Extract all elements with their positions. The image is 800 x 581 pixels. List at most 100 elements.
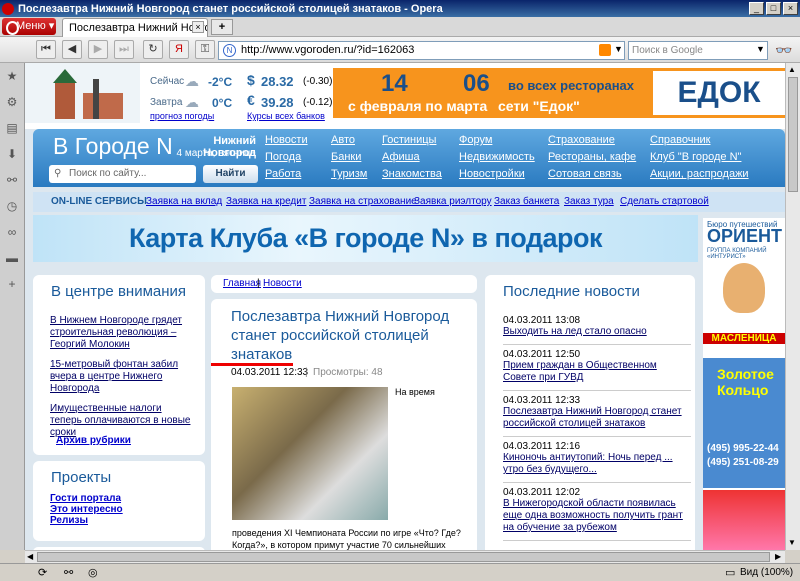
nav-link[interactable]: Гостиницы (382, 134, 436, 146)
weather-tomorrow-temp: 0°C (212, 96, 233, 110)
nav-link[interactable]: Знакомства (382, 168, 442, 180)
orient-side-ad[interactable]: Бюро путешествий ОРИЕНТ ГРУППА КОМПАНИЙ … (703, 218, 785, 550)
downloads-icon[interactable]: ⬇ (5, 147, 19, 161)
site-logo[interactable]: В Городе N (53, 133, 173, 160)
service-link[interactable]: Заявка риэлтору (414, 196, 492, 207)
zoom-level[interactable]: Вид (100%) (740, 567, 793, 578)
rss-icon[interactable] (599, 44, 611, 56)
add-panel-icon[interactable]: + (5, 277, 19, 291)
links-icon[interactable]: ⚯ (5, 173, 19, 187)
focus-item[interactable]: В Нижнем Новгороде грядет строительная р… (50, 315, 195, 351)
project-link[interactable]: Гости портала (50, 493, 121, 504)
nav-link[interactable]: Страхование (548, 134, 615, 146)
transfers-icon[interactable]: ∞ (5, 225, 19, 239)
opera-logo-icon (2, 2, 14, 15)
fast-forward-icon[interactable]: ⏭ (114, 40, 134, 59)
view-icon[interactable]: ▭ (725, 566, 735, 579)
scroll-left-icon[interactable]: ◀ (27, 552, 33, 561)
horizontal-scrollbar[interactable]: ◀ ▶ (25, 550, 785, 563)
nav-link[interactable]: Погода (265, 151, 301, 163)
site-search-button[interactable]: Найти (203, 165, 258, 183)
turbo-icon[interactable]: ◎ (88, 566, 98, 579)
nav-link[interactable]: Новостройки (459, 168, 525, 180)
service-link[interactable]: Заявка на кредит (226, 196, 306, 207)
nav-link[interactable]: Клуб "В городе N" (650, 151, 741, 163)
bookmarks-icon[interactable]: ★ (5, 69, 19, 83)
address-bar[interactable]: Nhttp://www.vgoroden.ru/?id=162063 (218, 41, 625, 60)
latest-news-box: Последние новости 04.03.2011 13:08 Выходи… (485, 275, 695, 550)
scroll-up-icon[interactable]: ▲ (788, 65, 796, 74)
nav-link[interactable]: Справочник (650, 134, 711, 146)
scroll-down-icon[interactable]: ▼ (788, 538, 796, 547)
service-link[interactable]: Заявка на страхование (309, 196, 417, 207)
opera-menu-button[interactable]: Меню ▾ (2, 18, 56, 35)
news-link[interactable]: В Нижегородской области появилась еще од… (503, 498, 691, 534)
h-scroll-thumb[interactable] (37, 552, 770, 562)
browser-tab[interactable]: Послезавтра Нижний Новгород (62, 18, 208, 37)
news-link[interactable]: Прием граждан в Общественном Совете при … (503, 360, 691, 384)
sync-icon[interactable]: ⟳ (38, 566, 47, 579)
breadcrumb-home[interactable]: Главная (223, 278, 261, 289)
nav-link[interactable]: Недвижимость (459, 151, 535, 163)
news-link[interactable]: Послезавтра Нижний Новгород станет росси… (503, 406, 691, 430)
nav-link[interactable]: Работа (265, 168, 301, 180)
nav-link[interactable]: Форум (459, 134, 492, 146)
search-field[interactable]: Поиск в Google (628, 41, 768, 60)
edok-ad-banner[interactable]: 14 06 с февраля по марта во всех рестора… (333, 68, 785, 118)
focus-item[interactable]: 15-метровый фонтан забил вчера в центре … (50, 359, 195, 395)
search-engine-dropdown-icon[interactable]: ▼ (756, 44, 765, 54)
scroll-thumb[interactable] (788, 77, 798, 192)
widgets-icon[interactable]: ⚙ (5, 95, 19, 109)
breadcrumb-news[interactable]: Новости (263, 278, 302, 289)
new-tab-button[interactable]: + (211, 19, 233, 35)
nav-link[interactable]: Новости (265, 134, 308, 146)
edok-brand: ЕДОК (653, 71, 785, 115)
close-window-button[interactable]: × (783, 2, 798, 15)
service-link[interactable]: Сделать стартовой (620, 196, 709, 207)
service-link[interactable]: Заявка на вклад (146, 196, 222, 207)
project-link[interactable]: Релизы (50, 515, 88, 526)
forecast-link[interactable]: прогноз погоды (150, 111, 214, 121)
nav-link[interactable]: Туризм (331, 168, 367, 180)
unite-icon[interactable]: ⚯ (64, 566, 73, 579)
bank-rates-link[interactable]: Курсы всех банков (247, 111, 325, 121)
news-link[interactable]: Выходить на лед стало опасно (503, 326, 691, 338)
side-ad-slogan2: Кольцо (717, 382, 769, 398)
archive-link[interactable]: Архив рубрики (56, 435, 131, 446)
site-info-icon[interactable]: N (223, 44, 236, 57)
back-icon[interactable]: ◀ (62, 40, 82, 59)
nav-link[interactable]: Банки (331, 151, 361, 163)
forward-icon[interactable]: ▶ (88, 40, 108, 59)
club-card-banner[interactable]: Карта Клуба «В городе N» в подарок (33, 215, 698, 262)
breadcrumb-separator: | (257, 278, 260, 289)
address-dropdown-icon[interactable]: ▼ (614, 44, 623, 54)
yandex-icon[interactable]: Я (169, 40, 189, 59)
scroll-right-icon[interactable]: ▶ (775, 552, 781, 561)
service-link[interactable]: Заказ банкета (494, 196, 559, 207)
key-icon[interactable]: ⚿ (195, 40, 215, 59)
nav-link[interactable]: Афиша (382, 151, 420, 163)
nav-link[interactable]: Рестораны, кафе (548, 151, 636, 163)
nav-link[interactable]: Авто (331, 134, 355, 146)
notes-icon[interactable]: ▤ (5, 121, 19, 135)
history-icon[interactable]: ◷ (5, 199, 19, 213)
side-ad-slogan1: Золотое (717, 366, 774, 382)
tab-close-icon[interactable]: × (192, 21, 204, 33)
news-link[interactable]: Киноночь антиутопий: Ночь перед ... утро… (503, 452, 691, 476)
service-link[interactable]: Заказ тура (564, 196, 614, 207)
focus-box: В центре внимания В Нижнем Новгороде гря… (33, 275, 205, 455)
reload-icon[interactable]: ↻ (143, 40, 163, 59)
project-link[interactable]: Это интересно (50, 504, 123, 515)
focus-item[interactable]: Имущественные налоги теперь оплачиваются… (50, 403, 195, 439)
vertical-scrollbar[interactable]: ▲ ▼ (785, 63, 800, 550)
rewind-icon[interactable]: ⏮ (36, 40, 56, 59)
opera-unite-icon[interactable]: 👓 (775, 42, 792, 59)
ad-number-14: 14 (381, 70, 408, 97)
nav-link[interactable]: Сотовая связь (548, 168, 622, 180)
eur-change: (-0.12) (303, 97, 333, 108)
minimize-button[interactable]: _ (749, 2, 764, 15)
maximize-button[interactable]: □ (766, 2, 781, 15)
site-search-input[interactable]: ⚲ Поиск по сайту... (49, 165, 196, 183)
nav-link[interactable]: Акции, распродажи (650, 168, 749, 180)
windows-icon[interactable]: ▬ (5, 251, 19, 265)
